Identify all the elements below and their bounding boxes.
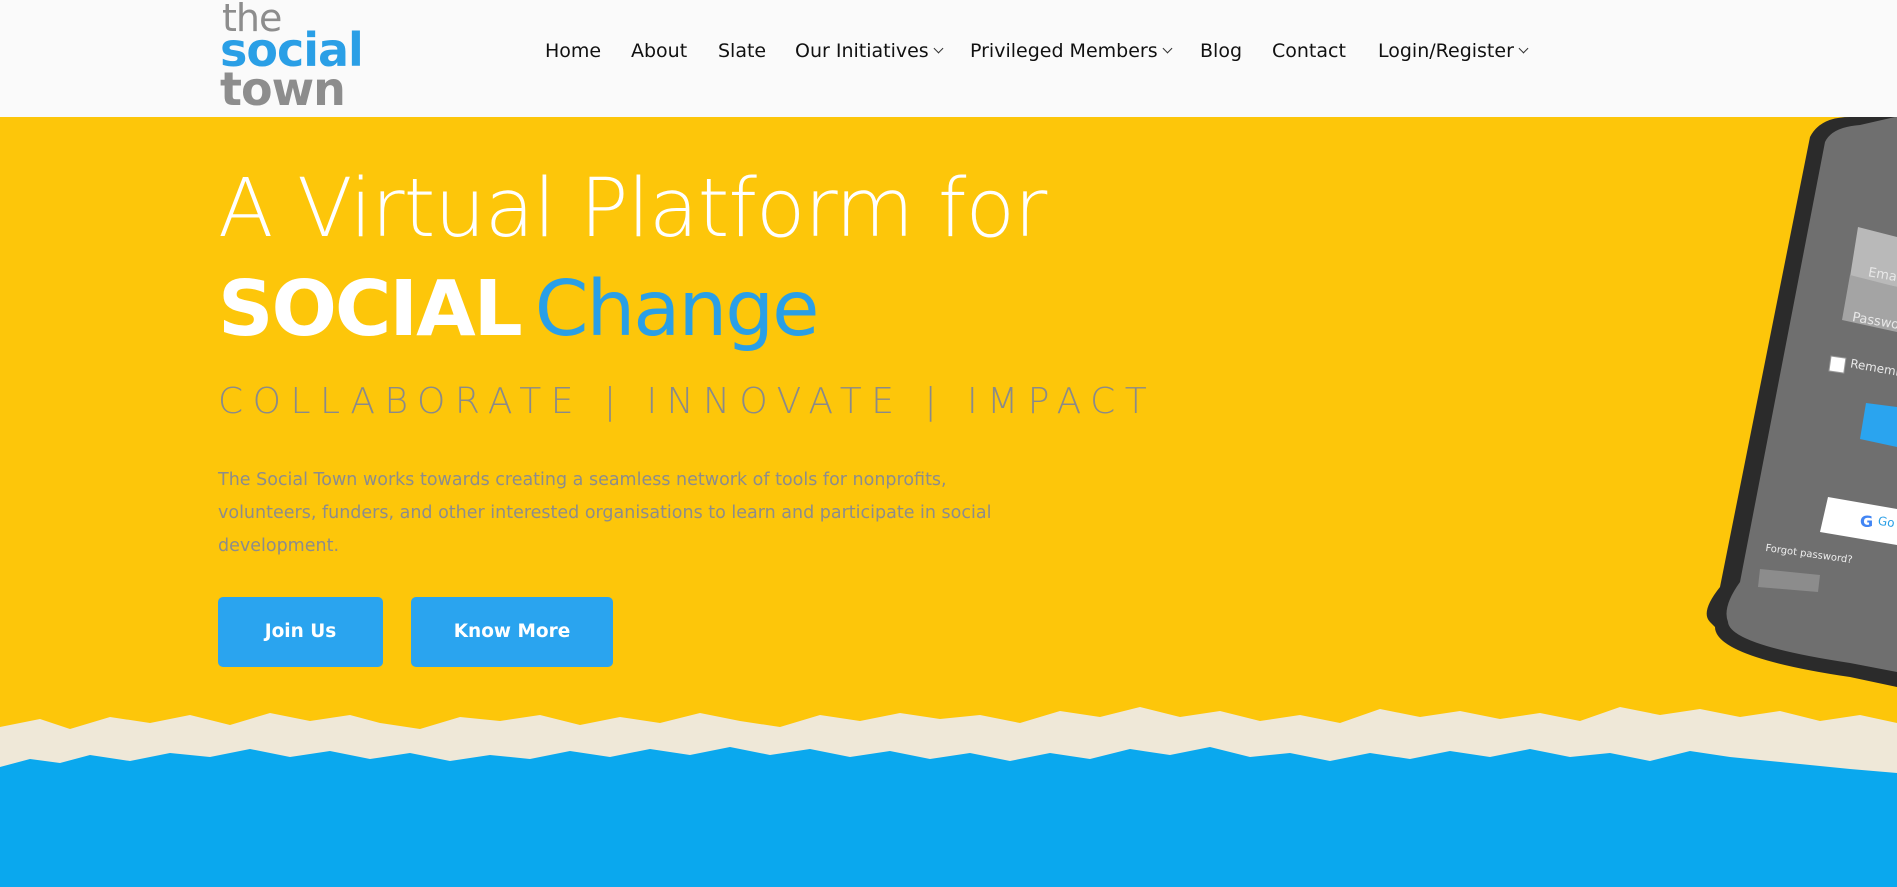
phone-frame: [1706, 117, 1897, 687]
nav-blog[interactable]: Blog: [1200, 40, 1242, 62]
logo-text-town: town: [220, 62, 346, 116]
hero-description: The Social Town works towards creating a…: [218, 470, 992, 556]
hero-headline-line2: SOCIAL Change: [218, 265, 820, 354]
phone-mockup: Emai Passwo Rememb G Go Forgot password?: [1700, 117, 1897, 687]
nav-privileged-members[interactable]: Privileged Members: [970, 40, 1173, 62]
google-icon: G: [1860, 512, 1874, 531]
hero-headline-bold: SOCIAL: [218, 265, 523, 354]
nav-privileged-members-label: Privileged Members: [970, 40, 1158, 62]
join-us-button[interactable]: Join Us: [218, 597, 383, 667]
hero-headline-line1: A Virtual Platform for: [218, 162, 1047, 256]
site-logo[interactable]: the social town: [219, 0, 375, 116]
hero-tagline: COLLABORATE | INNOVATE | IMPACT: [218, 381, 1157, 422]
nav-home[interactable]: Home: [545, 40, 601, 62]
hero-headline-accent: Change: [534, 265, 820, 354]
chevron-down-icon: [1518, 43, 1529, 54]
site-header: the social town Home About Slate Our Ini…: [0, 0, 1897, 117]
nav-login-register[interactable]: Login/Register: [1378, 40, 1529, 62]
know-more-button[interactable]: Know More: [411, 597, 613, 667]
nav-slate[interactable]: Slate: [718, 40, 766, 62]
nav-login-register-label: Login/Register: [1378, 40, 1514, 62]
phone-google-label: Go: [1877, 513, 1896, 531]
chevron-down-icon: [933, 43, 944, 54]
nav-contact[interactable]: Contact: [1272, 40, 1346, 62]
nav-our-initiatives[interactable]: Our Initiatives: [795, 40, 944, 62]
nav-our-initiatives-label: Our Initiatives: [795, 40, 929, 62]
chevron-down-icon: [1162, 43, 1173, 54]
nav-about[interactable]: About: [631, 40, 687, 62]
hero-section: A Virtual Platform for SOCIAL Change COLL…: [0, 117, 1897, 887]
